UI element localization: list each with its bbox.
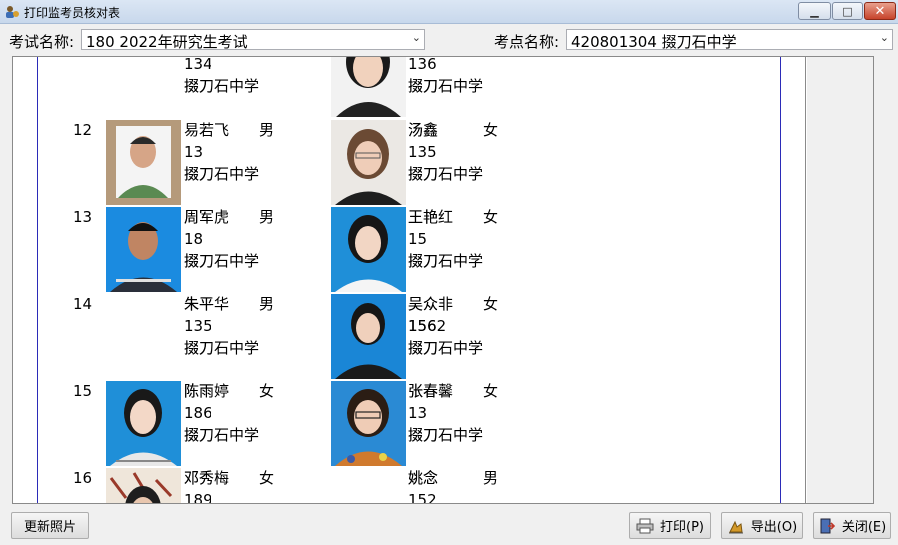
proctor-photo xyxy=(331,381,406,466)
close-icon: ✕ xyxy=(874,3,886,19)
record-school: 掇刀石中学 xyxy=(184,165,260,183)
proctor-photo xyxy=(331,57,406,117)
record-name: 王艳红 xyxy=(408,208,454,226)
record-number: 13 xyxy=(73,208,93,226)
page-border-left xyxy=(37,57,38,503)
close-button[interactable]: 关闭(E) xyxy=(813,512,891,539)
record-gender: 女 xyxy=(483,208,499,226)
record-name: 周军虎 xyxy=(184,208,230,226)
record-number: 15 xyxy=(73,382,93,400)
record-name: 姚念 xyxy=(408,469,439,487)
record-school: 掇刀石中学 xyxy=(408,165,484,183)
proctor-photo xyxy=(331,294,406,379)
record-school: 掇刀石中学 xyxy=(408,339,484,357)
site-name-select[interactable]: 420801304 掇刀石中学 ⌄ xyxy=(566,29,893,51)
record-phone: 15 xyxy=(408,230,428,248)
record-school: 掇刀石中学 xyxy=(184,339,260,357)
chevron-down-icon: ⌄ xyxy=(411,31,421,44)
record-school: 掇刀石中学 xyxy=(408,426,484,444)
close-label: 关闭(E) xyxy=(841,520,887,535)
record-gender: 男 xyxy=(259,121,275,139)
record-gender: 女 xyxy=(259,469,275,487)
minimize-button[interactable]: ▁ xyxy=(798,2,831,20)
export-button[interactable]: 导出(O) xyxy=(721,512,803,539)
maximize-button[interactable]: □ xyxy=(832,2,863,20)
page-gutter xyxy=(807,57,873,503)
record-school: 掇刀石中学 xyxy=(184,77,260,95)
print-button[interactable]: 打印(P) xyxy=(629,512,711,539)
refresh-photos-button[interactable]: 更新照片 xyxy=(11,512,89,539)
export-icon xyxy=(728,520,743,533)
proctor-photo xyxy=(106,120,181,205)
record-gender: 女 xyxy=(483,121,499,139)
record-number: 14 xyxy=(73,295,93,313)
record-number: 16 xyxy=(73,469,93,487)
record-name: 汤鑫 xyxy=(408,121,439,139)
record-number: 12 xyxy=(73,121,93,139)
record-name: 易若飞 xyxy=(184,119,230,141)
record-gender: 男 xyxy=(259,295,275,313)
record-name: 邓秀梅 xyxy=(184,469,230,487)
site-name-label: 考点名称: xyxy=(494,33,560,51)
proctor-photo xyxy=(331,120,406,205)
proctor-photo xyxy=(331,207,406,292)
app-icon xyxy=(6,6,19,18)
title-bar: 打印监考员核对表 ▁ □ ✕ xyxy=(0,0,898,24)
report-page: 134 掇刀石中学 136 掇刀石中学 12 易若飞 男 13 掇刀石中学 xyxy=(13,56,806,504)
record-phone: 1562 xyxy=(408,317,447,335)
refresh-photos-label: 更新照片 xyxy=(23,520,76,535)
window-title: 打印监考员核对表 xyxy=(24,6,121,20)
record-phone: 134 xyxy=(184,56,213,73)
record-name: 张春馨 xyxy=(408,382,454,400)
exam-name-label: 考试名称: xyxy=(9,33,75,51)
bottom-toolbar: 更新照片 打印(P) 导出(O) 关闭(E) xyxy=(0,504,898,545)
chevron-down-icon: ⌄ xyxy=(879,31,889,44)
record-phone: 152 xyxy=(408,491,437,504)
export-label: 导出(O) xyxy=(750,520,798,535)
printer-icon xyxy=(636,518,654,533)
close-window-button[interactable]: ✕ xyxy=(864,2,896,20)
record-gender: 男 xyxy=(483,469,499,487)
record-name: 陈雨婷 xyxy=(184,382,230,400)
record-phone: 136 xyxy=(408,56,437,73)
filter-bar: 考试名称: 180 2022年研究生考试 ⌄ 考点名称: 420801304 掇… xyxy=(0,24,898,56)
record-school: 掇刀石中学 xyxy=(184,426,260,444)
record-school: 掇刀石中学 xyxy=(184,252,260,270)
record-phone: 13 xyxy=(408,404,428,422)
report-viewport[interactable]: 134 掇刀石中学 136 掇刀石中学 12 易若飞 男 13 掇刀石中学 xyxy=(12,56,874,504)
record-name: 朱平华 xyxy=(184,295,230,313)
record-name: 吴众非 xyxy=(408,295,454,313)
record-phone: 189 xyxy=(184,491,213,504)
record-phone: 13 xyxy=(184,143,204,161)
record-phone: 186 xyxy=(184,404,213,422)
proctor-photo xyxy=(106,381,181,466)
record-school: 掇刀石中学 xyxy=(408,77,484,95)
record-gender: 女 xyxy=(483,382,499,400)
record-phone: 135 xyxy=(184,317,213,335)
page-border-right xyxy=(780,57,781,503)
exam-name-value: 180 2022年研究生考试 xyxy=(86,33,248,51)
record-phone: 18 xyxy=(184,230,204,248)
proctor-photo xyxy=(106,207,181,292)
site-name-value: 420801304 掇刀石中学 xyxy=(571,33,737,51)
record-gender: 男 xyxy=(259,208,275,226)
exit-door-icon xyxy=(820,518,835,533)
minimize-icon: ▁ xyxy=(810,4,819,18)
exam-name-select[interactable]: 180 2022年研究生考试 ⌄ xyxy=(81,29,425,51)
record-school: 掇刀石中学 xyxy=(408,252,484,270)
maximize-icon: □ xyxy=(842,4,853,18)
record-gender: 女 xyxy=(259,382,275,400)
record-gender: 女 xyxy=(483,295,499,313)
print-label: 打印(P) xyxy=(660,520,704,535)
proctor-photo xyxy=(106,468,181,503)
